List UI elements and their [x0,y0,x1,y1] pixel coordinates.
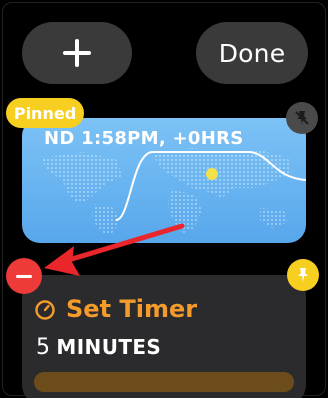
annotation-arrow [44,223,185,276]
watch-screen: Done ND 1:58PM, +0HRS Pinned Set Timer 5… [0,0,328,398]
